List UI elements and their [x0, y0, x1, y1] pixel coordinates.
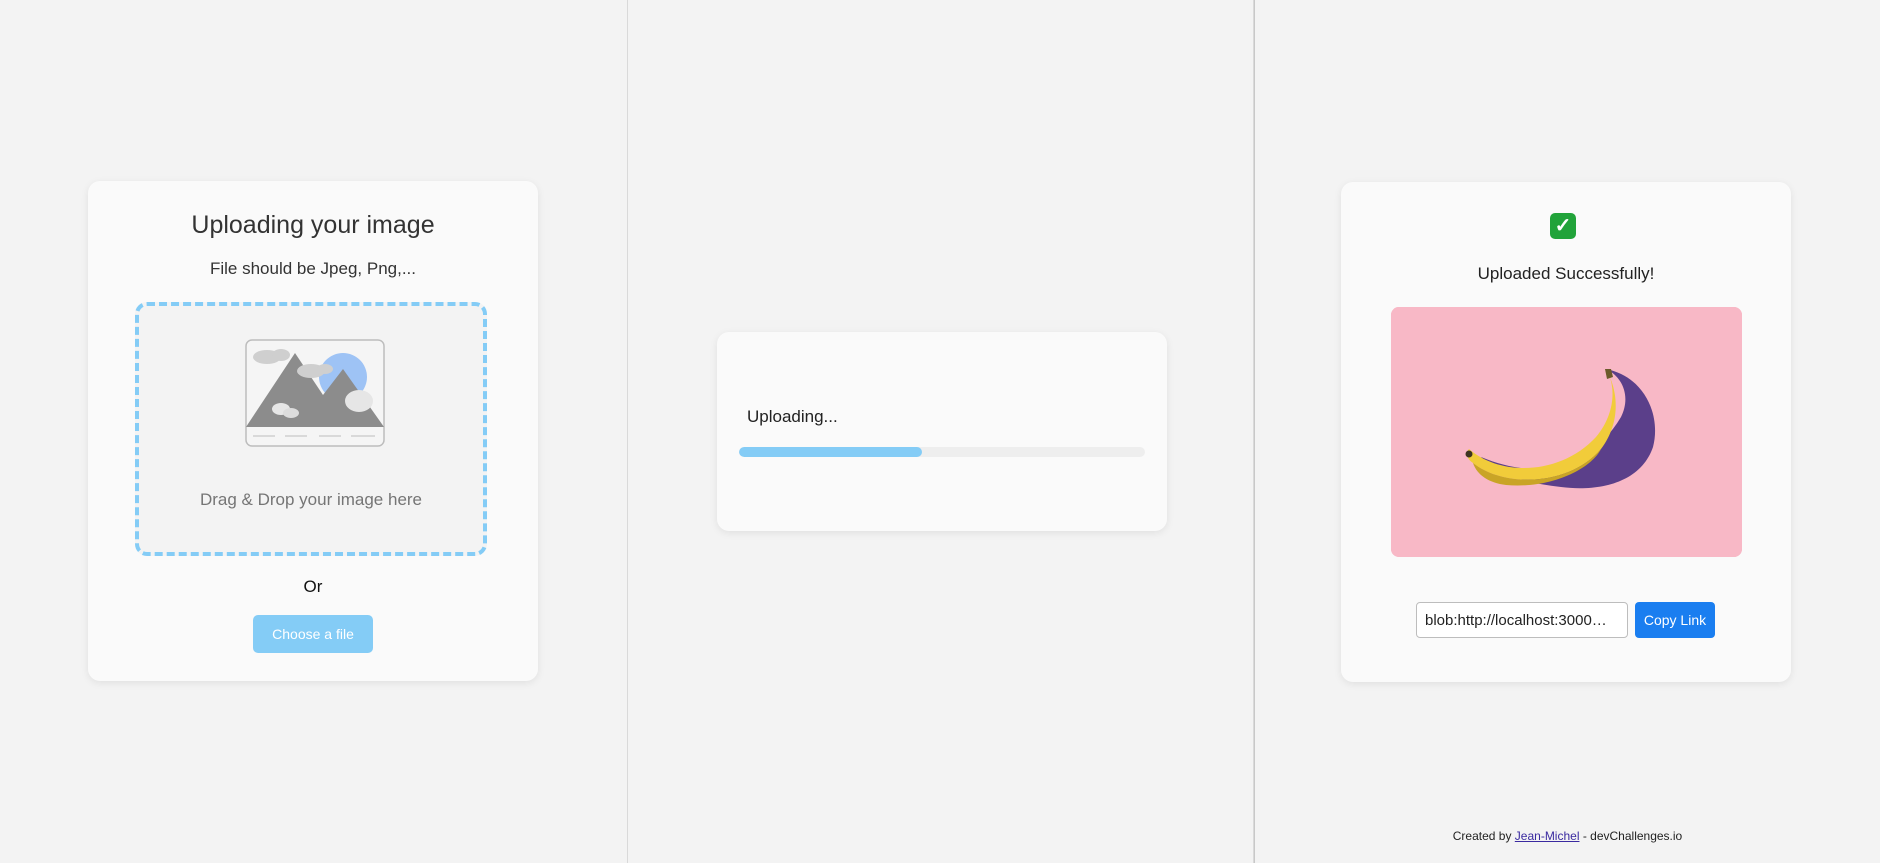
author-link[interactable]: Jean-Michel [1515, 829, 1580, 843]
result-panel: ✓ Uploaded Successfully! Copy Link Creat… [1255, 0, 1880, 863]
footer-prefix: Created by [1452, 829, 1515, 843]
uploaded-image [1391, 307, 1742, 557]
upload-panel: Uploading your image File should be Jpeg… [0, 0, 628, 863]
drop-zone[interactable]: Drag & Drop your image here [135, 302, 487, 556]
success-message: Uploaded Successfully! [1477, 264, 1655, 283]
footer-suffix: - devChallenges.io [1579, 829, 1683, 843]
upload-subtitle: File should be Jpeg, Png,... [209, 259, 417, 278]
progress-panel: Uploading... [628, 0, 1254, 863]
upload-title: Uploading your image [191, 211, 435, 239]
image-placeholder-icon [245, 339, 385, 452]
uploading-status: Uploading... [747, 407, 838, 426]
checkmark-icon: ✓ [1550, 213, 1576, 239]
image-link-field[interactable] [1416, 602, 1628, 638]
upload-card: Uploading your image File should be Jpeg… [88, 181, 538, 681]
choose-file-button[interactable]: Choose a file [253, 615, 373, 653]
progress-bar [739, 447, 1145, 457]
footer: Created by Jean-Michel - devChallenges.i… [1255, 829, 1880, 843]
progress-bar-fill [739, 447, 922, 457]
copy-link-button[interactable]: Copy Link [1635, 602, 1715, 638]
drop-instructions: Drag & Drop your image here [199, 490, 423, 509]
progress-card: Uploading... [717, 332, 1167, 531]
or-separator: Or [303, 577, 323, 596]
result-card: ✓ Uploaded Successfully! Copy Link [1341, 182, 1791, 682]
